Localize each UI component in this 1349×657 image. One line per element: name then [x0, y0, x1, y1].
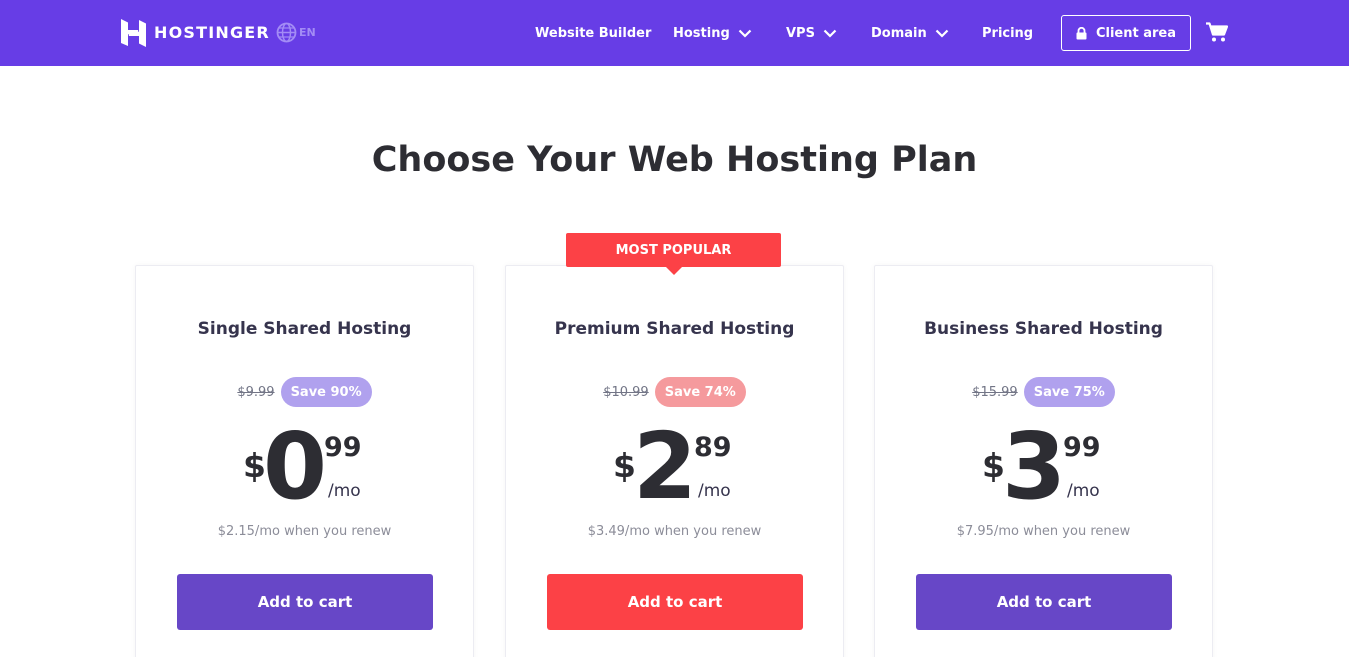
plan-card-premium: Premium Shared Hosting $10.99 Save 74% $…: [505, 265, 844, 657]
renew-price: $2.15/mo when you renew: [217, 524, 392, 539]
client-area-label: Client area: [1095, 25, 1177, 41]
nav-hosting-label: Hosting: [673, 25, 730, 41]
add-to-cart-button[interactable]: Add to cart: [916, 574, 1172, 630]
save-badge: Save 90%: [280, 377, 372, 407]
price-period: /mo: [698, 481, 731, 501]
save-badge: Save 75%: [1023, 377, 1115, 407]
page-title: Choose Your Web Hosting Plan: [371, 140, 978, 180]
discount-row: $9.99 Save 90%: [136, 377, 473, 407]
plan-card-single: Single Shared Hosting $9.99 Save 90% $ 0…: [135, 265, 474, 657]
language-selector[interactable]: EN: [276, 22, 316, 43]
plan-name: Business Shared Hosting: [924, 319, 1163, 339]
renew-price: $7.95/mo when you renew: [956, 524, 1131, 539]
hostinger-logo-icon: [121, 19, 146, 47]
add-to-cart-button[interactable]: Add to cart: [547, 574, 803, 630]
discount-row: $15.99 Save 75%: [875, 377, 1212, 407]
cart-icon: [1206, 22, 1228, 42]
price-whole: 2: [633, 413, 698, 520]
plan-card-business: Business Shared Hosting $15.99 Save 75% …: [874, 265, 1213, 657]
brand-name: HOSTINGER: [154, 23, 270, 42]
old-price: $15.99: [972, 384, 1018, 400]
client-area-button[interactable]: Client area: [1061, 15, 1191, 51]
top-navbar: HOSTINGER EN Website Builder Hosting VPS…: [0, 0, 1349, 66]
nav-pricing-label: Pricing: [982, 25, 1034, 41]
price-display: $ 0 99 /mo: [136, 416, 473, 524]
chevron-down-icon: [823, 29, 837, 38]
save-badge: Save 74%: [654, 377, 746, 407]
language-code: EN: [299, 26, 316, 39]
price-whole: 3: [1002, 413, 1067, 520]
old-price: $10.99: [603, 384, 649, 400]
lock-icon: [1076, 26, 1087, 39]
old-price: $9.99: [237, 384, 275, 400]
globe-icon: [276, 22, 297, 43]
price-whole: 0: [263, 413, 328, 520]
price-period: /mo: [328, 481, 361, 501]
plan-name: Premium Shared Hosting: [554, 319, 795, 339]
chevron-down-icon: [738, 29, 752, 38]
nav-vps[interactable]: VPS: [786, 0, 837, 66]
add-to-cart-button[interactable]: Add to cart: [177, 574, 433, 630]
discount-row: $10.99 Save 74%: [506, 377, 843, 407]
nav-website-builder[interactable]: Website Builder: [535, 0, 651, 66]
price-cents: 99: [1063, 432, 1101, 463]
price-display: $ 3 99 /mo: [875, 416, 1212, 524]
nav-hosting[interactable]: Hosting: [673, 0, 752, 66]
nav-pricing[interactable]: Pricing: [982, 0, 1033, 66]
nav-domain[interactable]: Domain: [871, 0, 949, 66]
renew-price: $3.49/mo when you renew: [587, 524, 762, 539]
plan-name: Single Shared Hosting: [197, 319, 412, 339]
price-cents: 89: [694, 432, 732, 463]
brand-logo[interactable]: HOSTINGER: [121, 19, 270, 47]
most-popular-badge: MOST POPULAR: [566, 233, 781, 275]
cart-button[interactable]: [1206, 22, 1228, 43]
nav-website-builder-label: Website Builder: [535, 25, 652, 41]
price-display: $ 2 89 /mo: [506, 416, 843, 524]
chevron-down-icon: [935, 29, 949, 38]
nav-vps-label: VPS: [786, 25, 815, 41]
price-cents: 99: [324, 432, 362, 463]
nav-domain-label: Domain: [871, 25, 927, 41]
price-period: /mo: [1067, 481, 1100, 501]
